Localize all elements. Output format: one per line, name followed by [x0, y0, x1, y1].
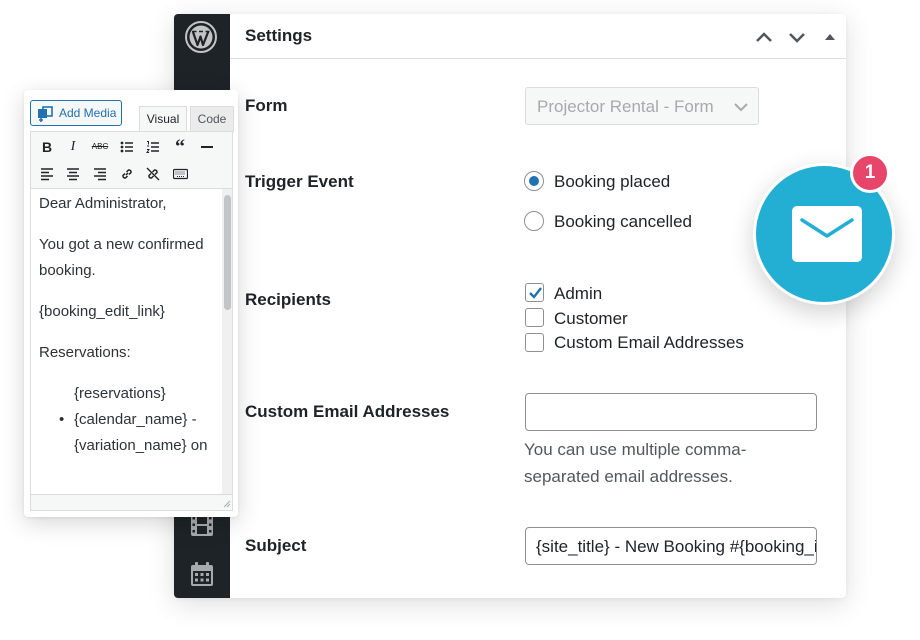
media-icon: [38, 106, 53, 122]
align-left-icon[interactable]: [37, 164, 57, 184]
checkbox-customer-label[interactable]: Customer: [554, 309, 628, 329]
numbered-list-icon[interactable]: [143, 137, 163, 157]
email-reservations-tag: {reservations}: [74, 385, 166, 402]
link-icon[interactable]: [117, 164, 137, 184]
checkbox-customer[interactable]: [525, 308, 544, 327]
strikethrough-icon[interactable]: ABC: [90, 137, 110, 157]
editor-content[interactable]: Dear Administrator, You got a new confir…: [30, 189, 233, 511]
bullet-icon: •: [59, 411, 65, 428]
radio-booking-cancelled-label[interactable]: Booking cancelled: [554, 212, 692, 232]
calendar-icon[interactable]: [188, 560, 216, 588]
email-link-tag: {booking_edit_link}: [39, 303, 165, 320]
email-line: You got a new confirmed booking.: [39, 236, 204, 279]
editor-statusbar: [31, 494, 232, 510]
editor-toolbar: B I ABC “: [30, 131, 233, 189]
checkbox-admin[interactable]: [525, 283, 544, 302]
recipients-label: Recipients: [245, 290, 331, 309]
trigger-event-label: Trigger Event: [245, 172, 354, 191]
checkbox-custom-emails[interactable]: [525, 333, 544, 352]
form-select[interactable]: Projector Rental - Form: [525, 87, 759, 125]
bullet-list-icon[interactable]: [117, 137, 137, 157]
checkbox-admin-label[interactable]: Admin: [554, 284, 602, 304]
email-reservations-label: Reservations:: [39, 344, 131, 361]
checkmark-icon: [529, 287, 542, 299]
notification-count-badge: 1: [850, 153, 890, 193]
triangle-up-icon[interactable]: [819, 26, 841, 48]
horizontal-line-icon[interactable]: [197, 137, 217, 157]
keyboard-icon[interactable]: [170, 164, 190, 184]
mail-icon: [792, 206, 862, 262]
panel-header: Settings: [230, 14, 846, 59]
chevron-down-icon[interactable]: [786, 26, 808, 48]
form-select-value: Projector Rental - Form: [537, 97, 714, 116]
radio-booking-placed[interactable]: [524, 171, 544, 191]
subject-label: Subject: [245, 536, 307, 555]
subject-value: {site_title} - New Booking #{booking_id}: [536, 537, 817, 556]
custom-emails-input[interactable]: [525, 393, 817, 431]
scrollbar-thumb[interactable]: [224, 195, 231, 310]
unlink-icon[interactable]: [143, 164, 163, 184]
add-media-button[interactable]: Add Media: [30, 100, 122, 126]
tab-code[interactable]: Code: [190, 106, 234, 132]
radio-booking-cancelled[interactable]: [524, 211, 544, 231]
subject-input[interactable]: {site_title} - New Booking #{booking_id}: [525, 527, 817, 565]
add-media-label: Add Media: [59, 106, 117, 120]
radio-booking-placed-label[interactable]: Booking placed: [554, 172, 670, 192]
resize-handle-icon[interactable]: [221, 498, 231, 508]
email-bullet-item: {calendar_name} - {variation_name} on: [74, 411, 208, 454]
align-center-icon[interactable]: [63, 164, 83, 184]
wordpress-logo[interactable]: [184, 20, 218, 54]
panel-title: Settings: [245, 26, 313, 45]
align-right-icon[interactable]: [90, 164, 110, 184]
custom-emails-label: Custom Email Addresses: [245, 402, 450, 421]
custom-emails-help: You can use multiple comma-separated ema…: [524, 440, 747, 486]
italic-icon[interactable]: I: [63, 137, 83, 157]
blockquote-icon[interactable]: “: [170, 137, 190, 157]
form-label: Form: [245, 96, 288, 115]
checkbox-custom-emails-label[interactable]: Custom Email Addresses: [554, 333, 744, 353]
editor-scrollbar[interactable]: [222, 189, 232, 494]
bold-icon[interactable]: B: [37, 137, 57, 157]
chevron-up-icon[interactable]: [753, 26, 775, 48]
chevron-down-icon: [734, 103, 748, 112]
email-greeting: Dear Administrator,: [39, 195, 167, 212]
tab-visual[interactable]: Visual: [139, 106, 187, 132]
email-editor: Add Media Visual Code B I ABC “ Dear Adm…: [24, 90, 238, 517]
